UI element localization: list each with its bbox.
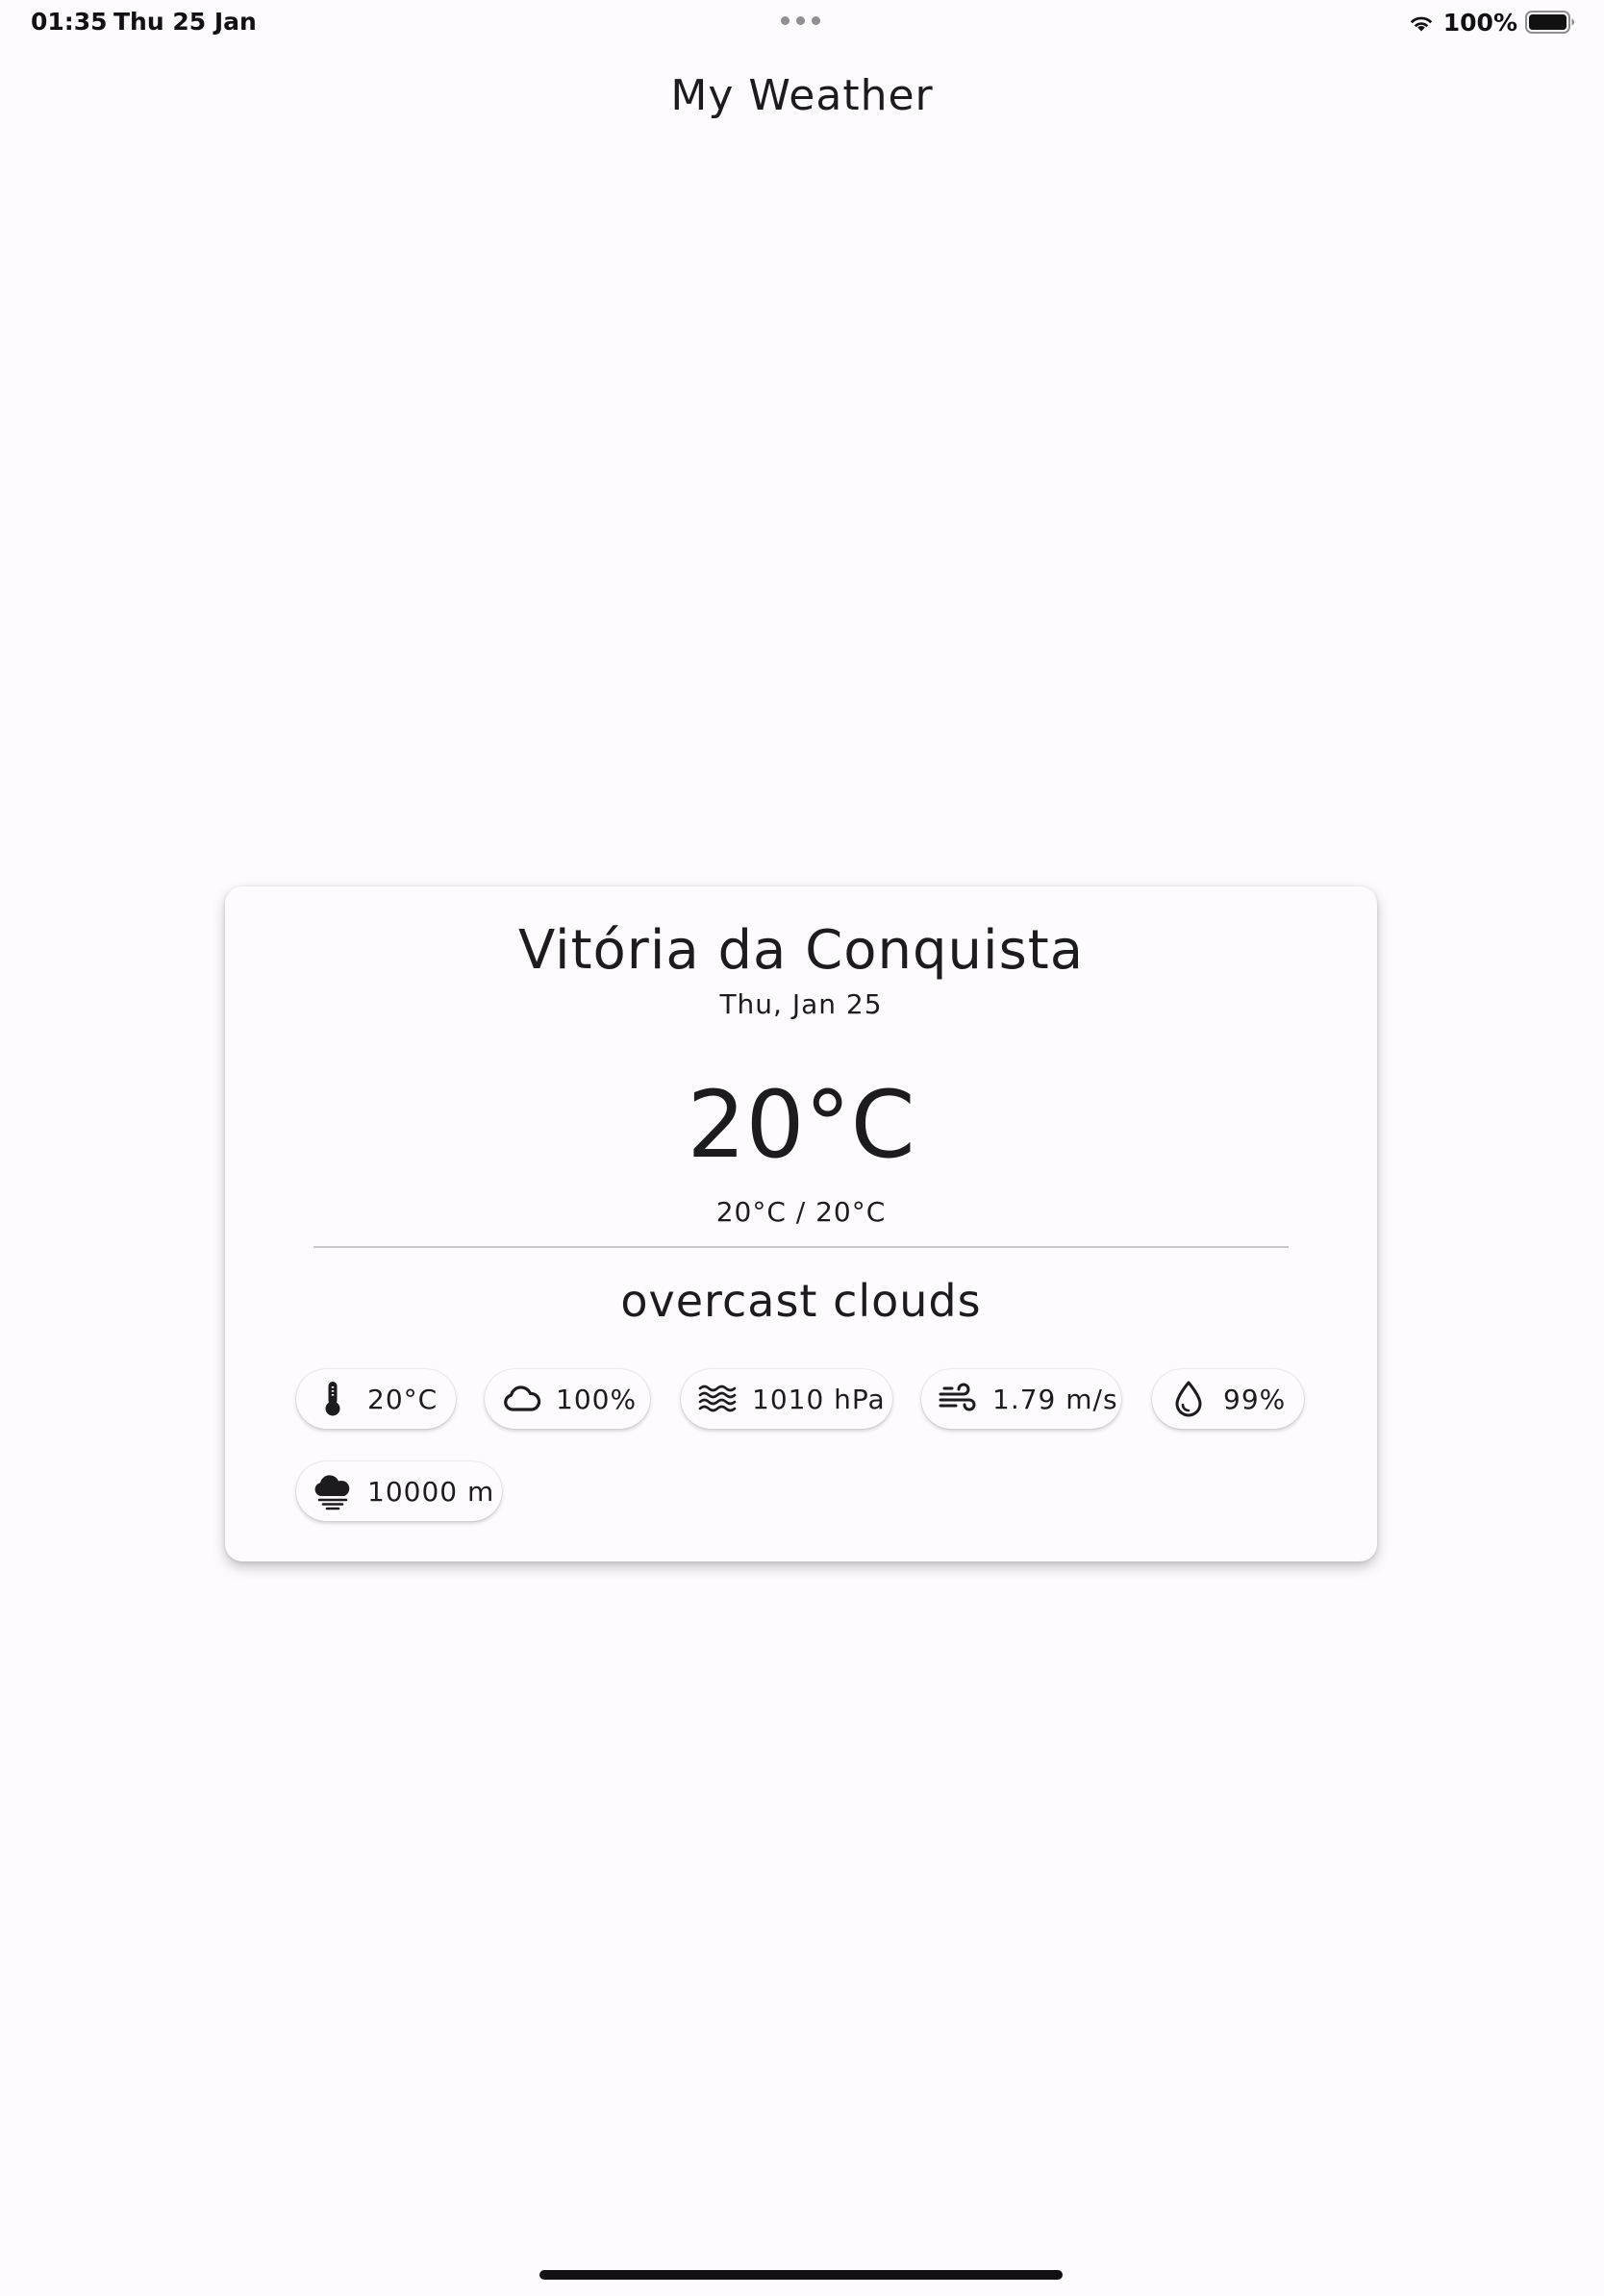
water-drop-icon <box>1167 1378 1210 1420</box>
clouds-value: 100% <box>556 1383 638 1415</box>
feels-like-chip[interactable]: 20°C <box>296 1369 456 1429</box>
cloud-icon <box>500 1378 542 1420</box>
wind-value: 1.79 m/s <box>992 1383 1118 1415</box>
status-time: 01:35 <box>31 8 108 36</box>
wifi-icon <box>1410 16 1432 32</box>
battery-percentage: 100% <box>1442 8 1517 37</box>
visibility-value: 10000 m <box>367 1475 495 1508</box>
humidity-value: 99% <box>1223 1383 1287 1415</box>
status-bar: 01:35 Thu 25 Jan 100% <box>0 0 1604 46</box>
wind-icon <box>937 1378 979 1420</box>
status-date: Thu 25 Jan <box>113 8 257 36</box>
current-temperature: 20°C <box>687 1071 915 1179</box>
fog-cloud-icon <box>312 1470 354 1512</box>
feels-like-value: 20°C <box>367 1383 439 1415</box>
home-indicator[interactable] <box>539 2270 1063 2280</box>
weather-condition: overcast clouds <box>620 1275 982 1327</box>
pressure-value: 1010 hPa <box>752 1383 886 1415</box>
visibility-chip[interactable]: 10000 m <box>296 1461 502 1521</box>
humidity-chip[interactable]: 99% <box>1152 1369 1304 1429</box>
pressure-chip[interactable]: 1010 hPa <box>681 1369 892 1429</box>
multitasking-dots-icon[interactable] <box>781 16 823 26</box>
clouds-chip[interactable]: 100% <box>485 1369 650 1429</box>
battery-icon <box>1525 11 1574 34</box>
city-name: Vitória da Conquista <box>517 919 1085 982</box>
app-title: My Weather <box>670 71 934 120</box>
min-max-temperature: 20°C / 20°C <box>715 1196 887 1228</box>
thermometer-icon <box>312 1378 354 1420</box>
status-indicators: 100% <box>1407 6 1575 38</box>
weather-card: Vitória da Conquista Thu, Jan 25 20°C 20… <box>225 886 1377 1561</box>
wind-chip[interactable]: 1.79 m/s <box>921 1369 1121 1429</box>
forecast-date: Thu, Jan 25 <box>719 988 883 1020</box>
divider <box>313 1246 1289 1248</box>
waves-icon <box>696 1378 739 1420</box>
